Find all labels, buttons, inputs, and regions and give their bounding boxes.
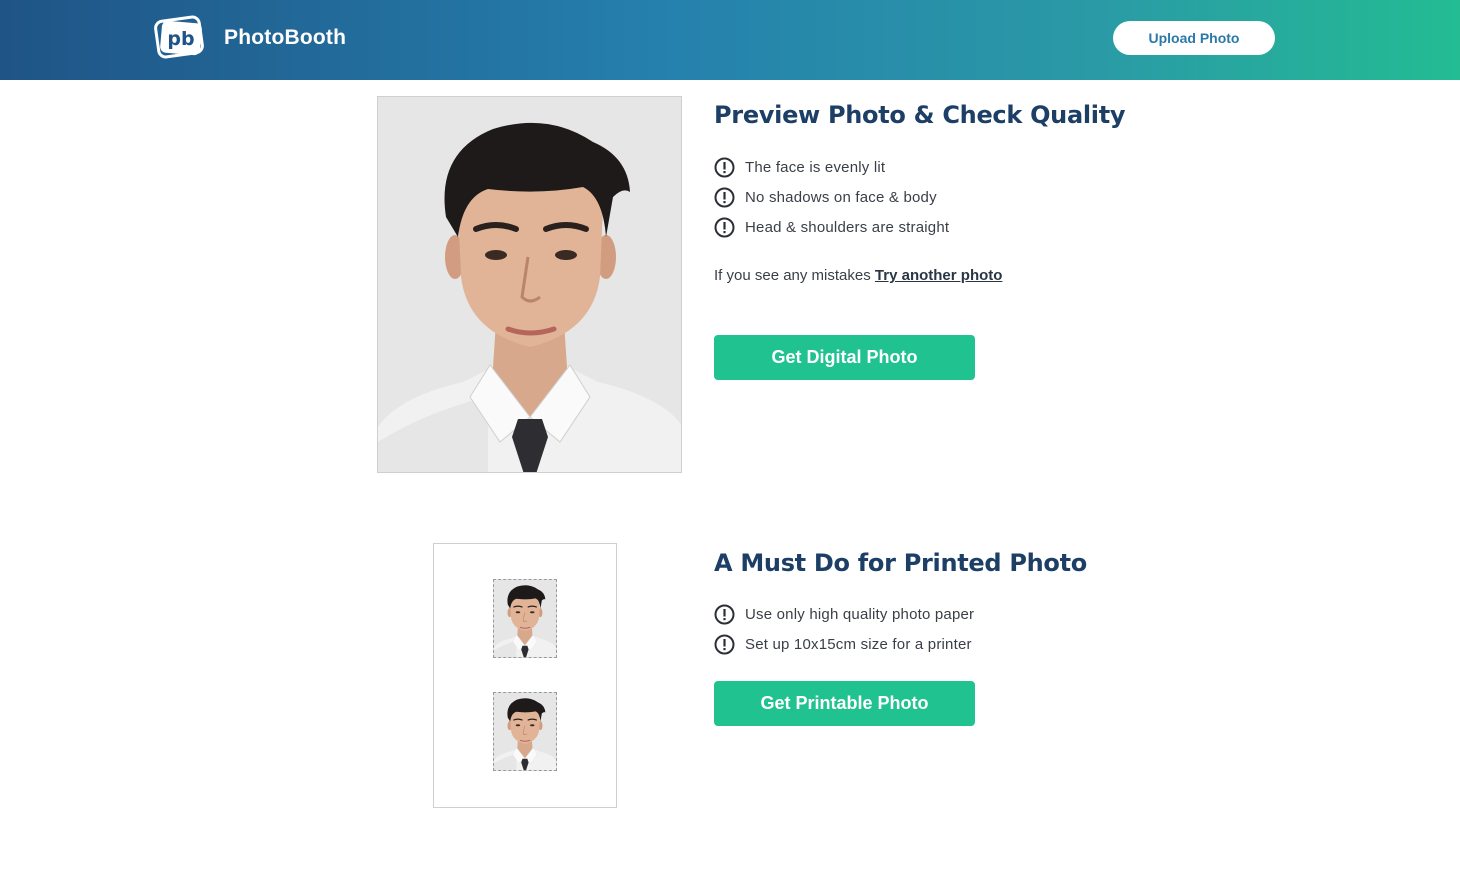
top-header: pb PhotoBooth Upload Photo: [0, 0, 1460, 80]
printed-title: A Must Do for Printed Photo: [714, 549, 1087, 577]
passport-portrait-image: [378, 97, 682, 473]
mistake-text: If you see any mistakes: [714, 267, 871, 284]
brand-name: PhotoBooth: [224, 26, 347, 49]
pb-logo-icon: pb: [154, 15, 206, 61]
print-sheet-preview: [433, 543, 617, 808]
checklist-item: Head & shoulders are straight: [714, 212, 949, 242]
checklist-item: Use only high quality photo paper: [714, 599, 974, 629]
checklist-item: No shadows on face & body: [714, 182, 949, 212]
exclamation-circle-icon: [714, 604, 735, 624]
passport-portrait-thumbnail: [494, 693, 556, 770]
print-checklist: Use only high quality photo paper Set up…: [714, 599, 974, 659]
photo-preview: [377, 96, 682, 473]
print-thumbnail: [493, 579, 557, 658]
get-digital-photo-button[interactable]: Get Digital Photo: [714, 335, 975, 380]
preview-title: Preview Photo & Check Quality: [714, 101, 1126, 129]
svg-text:pb: pb: [167, 28, 194, 50]
exclamation-circle-icon: [714, 187, 735, 207]
exclamation-circle-icon: [714, 634, 735, 654]
exclamation-circle-icon: [714, 217, 735, 237]
mistake-hint: If you see any mistakes Try another phot…: [714, 267, 1002, 284]
get-printable-photo-button[interactable]: Get Printable Photo: [714, 681, 975, 726]
checklist-item: The face is evenly lit: [714, 152, 949, 182]
checklist-text: Set up 10x15cm size for a printer: [745, 635, 972, 653]
checklist-text: The face is evenly lit: [745, 158, 886, 176]
try-another-photo-link[interactable]: Try another photo: [875, 267, 1003, 284]
checklist-item: Set up 10x15cm size for a printer: [714, 629, 974, 659]
brand-logo[interactable]: pb PhotoBooth: [154, 15, 346, 61]
upload-photo-button[interactable]: Upload Photo: [1113, 21, 1275, 55]
checklist-text: Use only high quality photo paper: [745, 605, 975, 623]
checklist-text: Head & shoulders are straight: [745, 218, 950, 236]
passport-portrait-thumbnail: [494, 580, 556, 657]
quality-checklist: The face is evenly lit No shadows on fac…: [714, 152, 949, 242]
exclamation-circle-icon: [714, 157, 735, 177]
print-thumbnail: [493, 692, 557, 771]
checklist-text: No shadows on face & body: [745, 188, 937, 206]
